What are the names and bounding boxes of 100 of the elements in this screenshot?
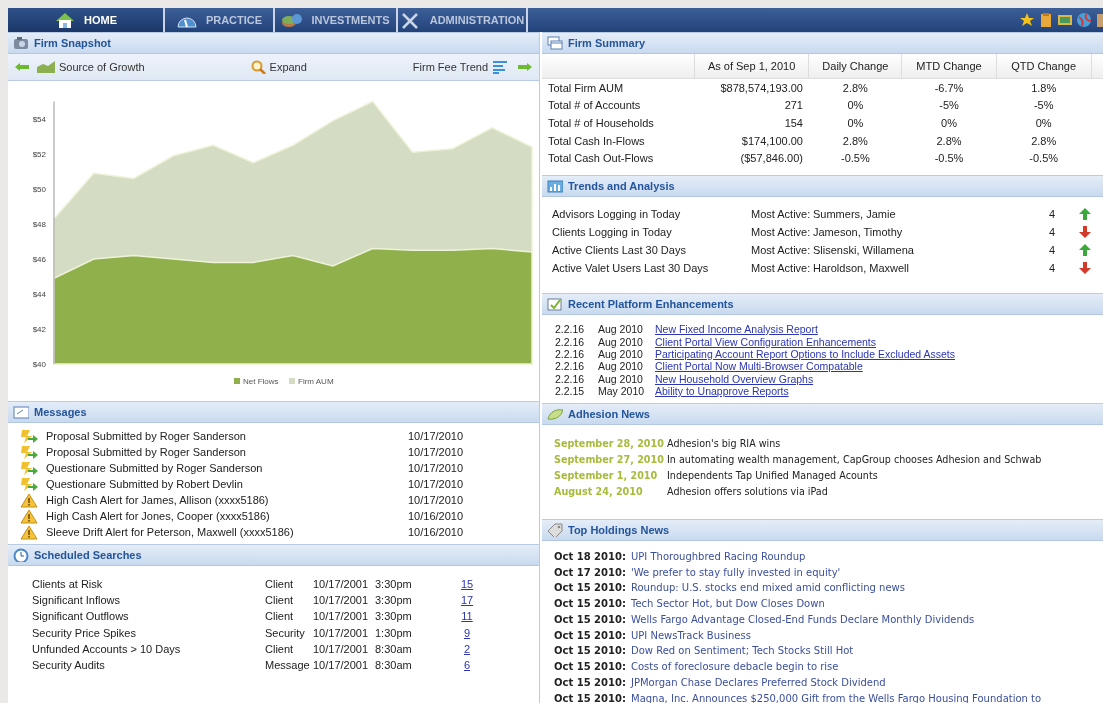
count-link[interactable]: 15 bbox=[457, 578, 477, 591]
news-date: Oct 15 2010: bbox=[554, 661, 627, 673]
right-arrow-icon[interactable] bbox=[517, 62, 533, 72]
search-date: 10/17/2001 bbox=[313, 659, 370, 672]
count-link[interactable]: 2 bbox=[457, 642, 477, 655]
most-active-label: Most Active: bbox=[751, 225, 812, 238]
panel-title: Trends and Analysis bbox=[568, 179, 675, 192]
clipboard-icon[interactable] bbox=[1038, 12, 1054, 28]
warning-icon bbox=[20, 524, 38, 540]
count-link[interactable]: 6 bbox=[457, 659, 477, 672]
globe-icon[interactable] bbox=[1076, 12, 1092, 28]
trend-label: Advisors Logging in Today bbox=[552, 207, 682, 220]
news-date: Oct 15 2010: bbox=[554, 613, 627, 625]
news-date: Oct 15 2010: bbox=[554, 629, 627, 641]
enhancement-link[interactable]: New Fixed Income Analysis Report bbox=[655, 323, 1103, 336]
search-name: Security Price Spikes bbox=[32, 626, 137, 639]
message-date: 10/16/2010 bbox=[408, 526, 465, 538]
search-date: 10/17/2001 bbox=[313, 578, 370, 591]
news-headline[interactable]: Tech Sector Hot, but Dow Closes Down bbox=[631, 598, 1103, 610]
trend-label: Active Valet Users Last 30 Days bbox=[552, 261, 710, 274]
search-name: Significant Inflows bbox=[32, 594, 122, 607]
trend-count: 4 bbox=[1049, 261, 1057, 274]
message-text[interactable]: High Cash Alert for Jones, Cooper (xxxx5186) bbox=[46, 510, 408, 522]
checkbox-icon bbox=[547, 296, 563, 311]
message-text[interactable]: Proposal Submitted by Roger Sanderson bbox=[46, 430, 408, 442]
expand-button[interactable]: Expand bbox=[250, 60, 307, 74]
message-icon bbox=[13, 405, 29, 419]
chart-link[interactable]: Firm Fee Trend bbox=[412, 60, 511, 74]
message-text[interactable]: Questionare Submitted by Robert Devlin bbox=[46, 478, 408, 490]
version-number: 2.2.16 bbox=[555, 372, 586, 385]
user-name: Jameson, Timothy bbox=[813, 225, 904, 238]
clock-icon bbox=[13, 548, 29, 562]
warning-icon bbox=[20, 508, 38, 524]
most-active-label: Most Active: bbox=[751, 243, 812, 256]
news-headline[interactable]: Adhesion's big RIA wins bbox=[667, 437, 1103, 449]
enhancement-link[interactable]: Client Portal View Configuration Enhancements bbox=[655, 335, 1103, 348]
search-type: Client bbox=[265, 578, 295, 591]
release-date: Aug 2010 bbox=[598, 360, 644, 373]
news-headline[interactable]: Wells Fargo Advantage Closed-End Funds Declare Monthly Dividends bbox=[631, 613, 1103, 625]
message-text[interactable]: Proposal Submitted by Roger Sanderson bbox=[46, 446, 408, 458]
news-headline[interactable]: UPI NewsTrack Business bbox=[631, 629, 1103, 641]
most-active-label: Most Active: bbox=[751, 207, 812, 220]
search-time: 3:30pm bbox=[375, 594, 413, 607]
table-cell: -0.5% bbox=[1029, 152, 1059, 165]
news-headline[interactable]: Dow Red on Sentiment; Tech Stocks Still Hot bbox=[631, 645, 1103, 657]
chart-link[interactable]: Source of Growth bbox=[36, 60, 145, 74]
panel-title: Recent Platform Enhancements bbox=[568, 297, 734, 310]
down-arrow-icon bbox=[1079, 261, 1091, 274]
table-cell: 271 bbox=[784, 99, 803, 112]
news-headline[interactable]: In automating wealth management, CapGroup chooses Adhesion and Schwab bbox=[667, 453, 1103, 465]
warning-icon bbox=[20, 492, 38, 508]
message-text[interactable]: High Cash Alert for James, Allison (xxxx5186) bbox=[46, 494, 408, 506]
camera-icon bbox=[13, 36, 29, 50]
table-cell: 0% bbox=[1035, 117, 1052, 129]
table-cell: -0.5% bbox=[934, 152, 964, 165]
news-headline[interactable]: Roundup: U.S. stocks end mixed amid conflicting news bbox=[631, 582, 1103, 594]
news-date: September 27, 2010 bbox=[554, 453, 665, 465]
left-arrow-icon[interactable] bbox=[14, 62, 30, 72]
panel-title: Firm Summary bbox=[568, 37, 646, 49]
nav-tab[interactable]: HOME bbox=[8, 8, 165, 32]
count-link[interactable]: 9 bbox=[457, 626, 477, 639]
version-number: 2.2.16 bbox=[555, 360, 586, 373]
user-name: Slisenski, Willamena bbox=[813, 243, 915, 256]
version-number: 2.2.16 bbox=[555, 323, 586, 336]
news-headline[interactable]: 'We prefer to stay fully invested in equity' bbox=[631, 566, 1103, 578]
row-label: Total Cash In-Flows bbox=[548, 134, 645, 147]
axis-label: $48 bbox=[32, 220, 46, 229]
news-headline[interactable]: Costs of foreclosure debacle begin to rise bbox=[631, 661, 1103, 673]
enhancement-link[interactable]: New Household Overview Graphs bbox=[655, 372, 1103, 385]
search-date: 10/17/2001 bbox=[313, 626, 370, 639]
enhancement-link[interactable]: Ability to Unapprove Reports bbox=[655, 385, 1103, 398]
news-headline[interactable]: Independents Tap Unified Managed Acounts bbox=[667, 469, 1103, 481]
news-headline[interactable]: JPMorgan Chase Declares Preferred Stock Dividend bbox=[631, 677, 1103, 689]
news-headline[interactable]: UPI Thoroughbred Racing Roundup bbox=[631, 550, 1103, 562]
count-link[interactable]: 11 bbox=[457, 610, 477, 623]
news-date: Oct 15 2010: bbox=[554, 582, 627, 594]
axis-label: $40 bbox=[32, 360, 46, 369]
table-cell: 2.8% bbox=[936, 134, 962, 147]
table-cell: 154 bbox=[784, 117, 803, 129]
row-label: Total # of Households bbox=[548, 117, 654, 129]
news-date: Oct 15 2010: bbox=[554, 645, 627, 657]
trend-label: Active Clients Last 30 Days bbox=[552, 243, 687, 256]
star-icon[interactable] bbox=[1019, 12, 1035, 28]
version-number: 2.2.15 bbox=[555, 385, 586, 398]
news-date: Oct 15 2010: bbox=[554, 598, 627, 610]
message-text[interactable]: Questionare Submitted by Roger Sanderson bbox=[46, 462, 408, 474]
picture-frame-icon[interactable] bbox=[1057, 12, 1073, 28]
table-cell: 2.8% bbox=[842, 134, 868, 147]
table-cell: 2.8% bbox=[842, 81, 868, 94]
message-date: 10/16/2010 bbox=[408, 510, 465, 522]
release-date: Aug 2010 bbox=[598, 323, 644, 336]
windows-icon bbox=[547, 36, 563, 50]
count-link[interactable]: 17 bbox=[457, 594, 477, 607]
enhancement-link[interactable]: Client Portal Now Multi-Browser Compatable bbox=[655, 360, 1103, 373]
version-number: 2.2.16 bbox=[555, 335, 586, 348]
message-text[interactable]: Sleeve Drift Alert for Peterson, Maxwell (xxxx5186) bbox=[46, 526, 408, 538]
news-headline[interactable]: Adhesion offers solutions via iPad bbox=[667, 485, 1103, 497]
enhancement-link[interactable]: Participating Account Report Options to Include Excluded Assets bbox=[655, 347, 1103, 360]
table-cell: -6.7% bbox=[934, 81, 964, 94]
message-date: 10/17/2010 bbox=[408, 430, 465, 442]
